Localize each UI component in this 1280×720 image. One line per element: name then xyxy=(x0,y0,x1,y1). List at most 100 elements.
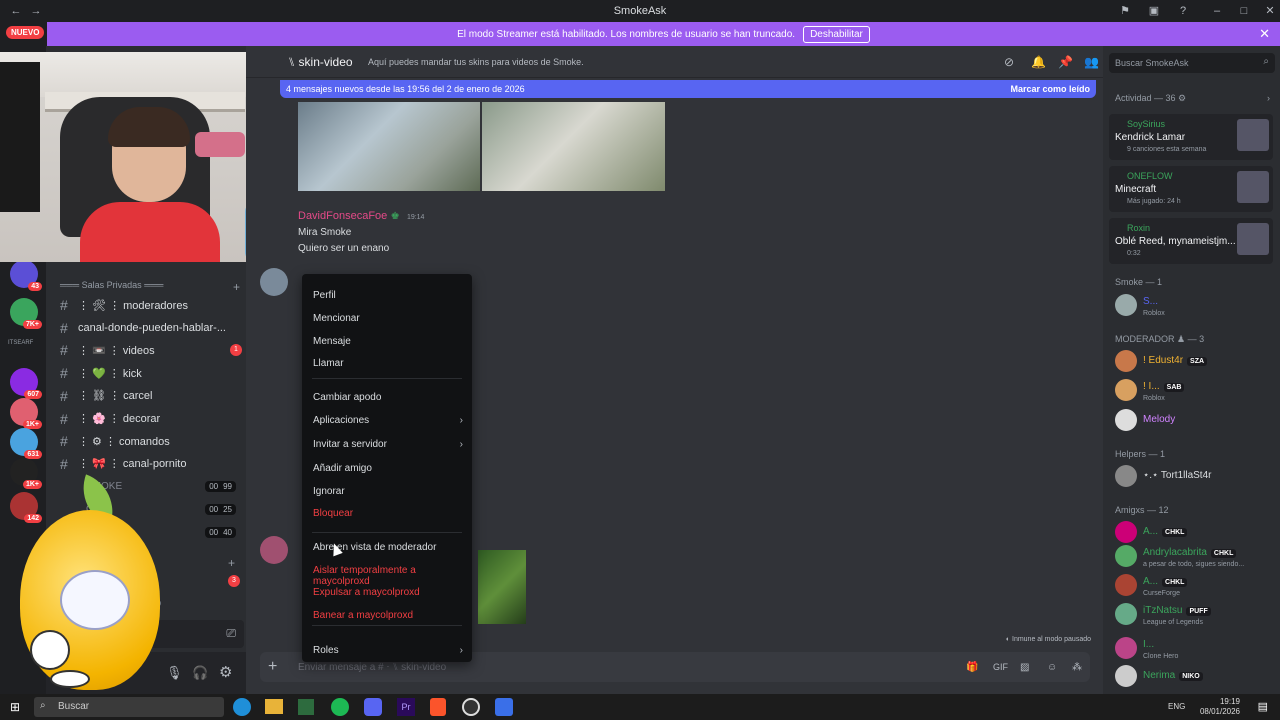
activity-card[interactable]: Roxin Oblé Reed, mynameistjm... 0:32 xyxy=(1109,218,1273,264)
mark-as-read-button[interactable]: Marcar como leído xyxy=(1010,84,1090,94)
member-item[interactable]: Melody xyxy=(1115,409,1275,443)
settings-gear-icon[interactable]: ⚙ xyxy=(219,663,232,681)
menu-item[interactable]: Mensaje xyxy=(313,336,463,347)
channel-item[interactable]: # ⋮ ⛓ ⋮ carcel xyxy=(60,386,242,406)
menu-item[interactable]: Banear a maycolproxd xyxy=(313,610,463,621)
threads-icon[interactable]: ⊘ xyxy=(1004,55,1014,69)
premiere-icon[interactable]: Pr xyxy=(397,698,415,716)
pin-icon[interactable]: 📌 xyxy=(1058,55,1073,69)
flag-icon[interactable]: ⚑ xyxy=(1117,3,1133,19)
channel-item[interactable]: # ⋮ 📼 ⋮ videos 1 xyxy=(60,340,242,360)
store-icon[interactable] xyxy=(298,699,314,715)
attached-image[interactable] xyxy=(482,102,665,191)
windows-start-icon[interactable]: ⊞ xyxy=(10,700,20,714)
message-input[interactable]: Enviar mensaje a # ⋅ ⑊ skin-video xyxy=(298,662,446,673)
channel-item[interactable]: # ⋮ ⚙ ⋮ comandos xyxy=(60,431,242,451)
member-group-header: Amigxs — 12 xyxy=(1115,505,1169,515)
channel-item[interactable]: # ⋮ 🌸 ⋮ decorar xyxy=(60,409,242,429)
menu-item[interactable]: Invitar a servidor › xyxy=(313,439,463,450)
channel-item[interactable]: # ⋮ 🎀 ⋮ canal-pornito xyxy=(60,454,242,474)
activity-header[interactable]: Actividad — 36 ⚙ › xyxy=(1115,93,1270,104)
sticker-icon[interactable]: ▨ xyxy=(1020,662,1029,673)
server-icon[interactable]: 1K+ xyxy=(10,398,42,429)
avatar xyxy=(1115,409,1137,431)
spotify-icon[interactable] xyxy=(331,698,349,716)
attached-image[interactable] xyxy=(298,102,480,191)
hash-icon: # xyxy=(60,387,68,404)
member-list-icon[interactable]: 👥 xyxy=(1084,55,1099,69)
category-header[interactable]: ═══ Salas Privadas ═══ + xyxy=(60,280,240,294)
notifications-icon[interactable]: ▤ xyxy=(1258,700,1268,713)
menu-item[interactable]: Bloquear xyxy=(313,508,463,519)
member-name: ⋆.⋆ Tort1llaSt4r xyxy=(1143,470,1212,481)
screen-share-icon[interactable]: ⎚ xyxy=(226,626,236,641)
edge-icon[interactable] xyxy=(233,698,251,716)
menu-item[interactable]: Aislar temporalmente a maycolproxd xyxy=(313,565,463,587)
inbox-icon[interactable]: ▣ xyxy=(1146,3,1162,19)
menu-item[interactable]: Ignorar xyxy=(313,486,463,497)
message-author[interactable]: DavidFonsecaFoe xyxy=(298,210,387,222)
avatar xyxy=(1115,574,1137,596)
server-icon[interactable]: 7K+ xyxy=(10,298,42,329)
close-banner-icon[interactable]: ✕ xyxy=(1259,26,1270,42)
apps-icon[interactable]: ⁂ xyxy=(1072,662,1082,673)
menu-item[interactable]: Cambiar apodo xyxy=(313,392,463,403)
bell-icon[interactable]: 🔔 xyxy=(1031,55,1046,69)
member-tag: PUFF xyxy=(1186,607,1211,616)
hash-icon: # xyxy=(60,297,68,313)
file-explorer-icon[interactable] xyxy=(265,699,283,714)
member-item[interactable]: S... Roblox xyxy=(1115,294,1275,328)
roblox-studio-icon[interactable] xyxy=(495,698,513,716)
brave-icon[interactable] xyxy=(430,698,446,716)
activity-card[interactable]: ONEFLOW Minecraft Más jugado: 24 h xyxy=(1109,166,1273,212)
emoji-icon[interactable]: ☺ xyxy=(1047,662,1057,673)
minimize-icon[interactable]: – xyxy=(1209,3,1225,19)
avatar xyxy=(1115,350,1137,372)
menu-item[interactable]: Llamar xyxy=(313,358,463,369)
attached-image[interactable] xyxy=(478,550,526,624)
member-tag: CHKL xyxy=(1210,549,1237,558)
menu-item[interactable]: Añadir amigo xyxy=(313,463,463,474)
maximize-icon[interactable]: □ xyxy=(1236,3,1252,19)
discord-icon[interactable] xyxy=(364,698,382,716)
server-icon[interactable]: 631 xyxy=(10,428,42,459)
member-item[interactable]: iTzNatsu PUFF League of Legends xyxy=(1115,603,1275,637)
search-icon: ⌕ xyxy=(40,700,46,711)
menu-item[interactable]: Expulsar a maycolproxd xyxy=(313,587,463,598)
add-icon[interactable]: + xyxy=(228,556,235,570)
new-messages-bar[interactable]: 4 mensajes nuevos desde las 19:56 del 2 … xyxy=(280,80,1096,98)
help-icon[interactable]: ? xyxy=(1175,3,1191,19)
menu-item-label: Aislar temporalmente a maycolproxd xyxy=(313,565,416,587)
menu-item[interactable]: Aplicaciones › xyxy=(313,415,463,426)
member-item[interactable]: ⋆.⋆ Tort1llaSt4r xyxy=(1115,465,1275,499)
obs-icon[interactable] xyxy=(462,698,480,716)
avatar xyxy=(1115,665,1137,687)
gif-icon[interactable]: GIF xyxy=(993,662,1008,672)
member-name: A... CHKL xyxy=(1143,576,1188,587)
close-window-icon[interactable]: ✕ xyxy=(1262,3,1278,19)
add-attachment-icon[interactable]: + xyxy=(268,658,277,676)
microphone-icon[interactable]: 🎙 xyxy=(166,665,183,681)
menu-item[interactable]: Mencionar xyxy=(313,313,463,324)
server-icon[interactable]: 607 xyxy=(10,368,42,399)
avatar xyxy=(1115,379,1137,401)
activity-card[interactable]: SoySirius Kendrick Lamar 9 canciones esta … xyxy=(1109,114,1273,160)
search-input[interactable]: Buscar SmokeAsk ⌕ xyxy=(1109,53,1275,73)
channel-item[interactable]: # canal-donde-pueden-hablar-... xyxy=(60,318,242,338)
server-icon[interactable]: 43 xyxy=(10,260,42,291)
member-item[interactable]: ! I... SAB Roblox xyxy=(1115,379,1275,413)
menu-item[interactable]: Perfil xyxy=(313,290,463,301)
taskbar-search[interactable]: ⌕ Buscar xyxy=(34,697,224,717)
menu-item[interactable]: Roles › xyxy=(313,645,463,656)
gift-icon[interactable]: 🎁 xyxy=(966,662,978,673)
channel-item[interactable]: # ⋮ 🛠 ⋮ moderadores xyxy=(60,295,242,315)
language-indicator[interactable]: ENG xyxy=(1168,702,1185,711)
channel-name: ⋮ ⚙ ⋮ comandos xyxy=(78,435,170,448)
disable-streamer-button[interactable]: Deshabilitar xyxy=(803,25,870,43)
avatar xyxy=(1115,521,1137,543)
avatar[interactable] xyxy=(260,536,288,564)
headphones-icon[interactable]: 🎧 xyxy=(192,665,208,681)
clock[interactable]: 19:19 08/01/2026 xyxy=(1200,697,1240,717)
avatar[interactable] xyxy=(260,268,288,296)
channel-item[interactable]: # ⋮ 💚 ⋮ kick xyxy=(60,363,242,383)
